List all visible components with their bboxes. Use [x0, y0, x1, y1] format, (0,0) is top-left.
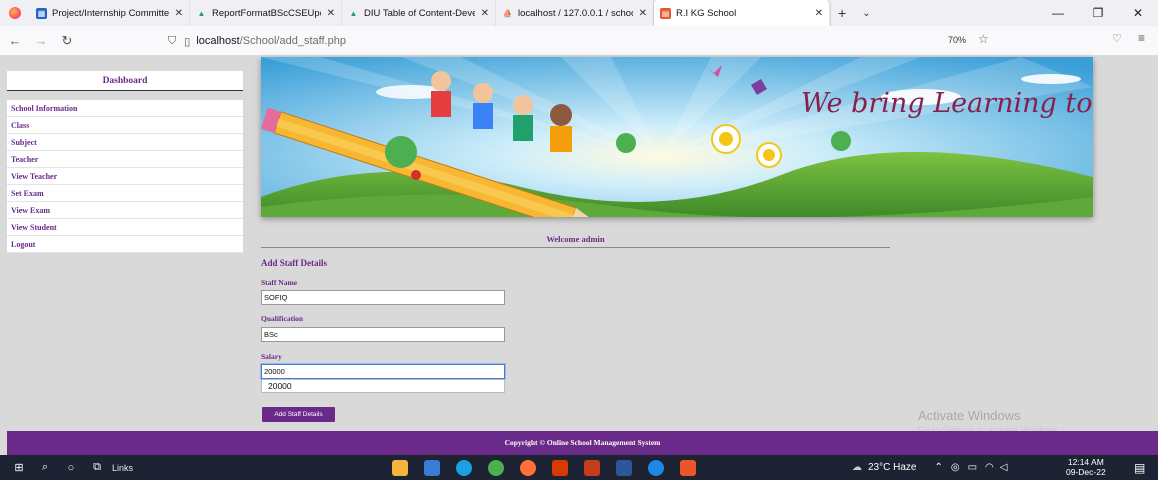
minimize-icon[interactable]: —: [1038, 6, 1078, 20]
sidebar-item-logout[interactable]: Logout: [7, 236, 243, 253]
shield-icon[interactable]: ⛉: [168, 35, 176, 48]
sidebar-item-view-exam[interactable]: View Exam: [7, 202, 243, 219]
page-content: Dashboard School Information Class Subje…: [0, 57, 1158, 455]
system-tray: ☁ 23°C Haze ⌃ ◎ ▭ ◠ ◁: [852, 455, 1007, 480]
tab-project-internship[interactable]: ▦ Project/Internship Committe ✕: [30, 0, 190, 26]
close-icon[interactable]: ✕: [327, 8, 335, 19]
sidebar-item-class[interactable]: Class: [7, 117, 243, 134]
salary-input[interactable]: 20000: [261, 364, 505, 379]
sidebar-item-subject[interactable]: Subject: [7, 134, 243, 151]
zoom-level[interactable]: 70%: [948, 35, 966, 45]
close-icon[interactable]: ✕: [815, 8, 823, 19]
banner-illustration: We bring Learning to Life: [261, 57, 1093, 217]
banner-tagline: We bring Learning to Life: [801, 88, 1093, 119]
sidebar-menu: School Information Class Subject Teacher…: [7, 100, 243, 253]
qualification-label: Qualification: [261, 314, 304, 323]
back-icon[interactable]: ←: [4, 33, 26, 48]
tab-label: DIU Table of Content-Develo: [364, 7, 475, 19]
windows-taskbar: ⊞ ⌕ ○ ⧉ Links ☁ 23°C Haze ⌃ ◎ ▭ ◠ ◁ 12:1…: [0, 455, 1158, 480]
autocomplete-suggestion[interactable]: 20000: [261, 379, 505, 393]
chrome-icon[interactable]: [488, 459, 504, 476]
calendar-icon[interactable]: [424, 459, 440, 476]
page-info-icon[interactable]: ▯: [184, 35, 190, 48]
staff-name-input[interactable]: SOFIQ: [261, 290, 505, 305]
browser-nav-bar: ← → ↻ ⛉ ▯ localhost/School/add_staff.php…: [0, 26, 1158, 56]
sidebar-item-teacher[interactable]: Teacher: [7, 151, 243, 168]
new-tab-icon[interactable]: +: [830, 5, 854, 21]
sidebar-item-view-teacher[interactable]: View Teacher: [7, 168, 243, 185]
task-view-icon[interactable]: ⧉: [84, 455, 110, 480]
tab-label: Project/Internship Committe: [52, 7, 169, 19]
page-icon: ▤: [660, 7, 671, 19]
window-controls: — ❐ ✕: [1038, 0, 1158, 26]
tray-chevron-icon[interactable]: ⌃: [934, 462, 942, 473]
taskbar-clock[interactable]: 12:14 AM 09-Dec-22: [1066, 457, 1106, 477]
links-toolbar[interactable]: Links: [112, 463, 133, 473]
browser-badge-icon[interactable]: [648, 459, 664, 476]
tab-diu-table[interactable]: ▲ DIU Table of Content-Develo ✕: [342, 0, 496, 26]
chevron-down-icon[interactable]: ⌄: [854, 8, 878, 19]
tab-label: localhost / 127.0.0.1 / school: [518, 7, 633, 19]
add-staff-details-button[interactable]: Add Staff Details: [262, 407, 335, 422]
sidebar: Dashboard School Information Class Subje…: [7, 71, 243, 253]
reload-icon[interactable]: ↻: [56, 33, 78, 49]
tab-rikg-school[interactable]: ▤ R.I KG School ✕: [654, 0, 830, 26]
file-explorer-icon[interactable]: [392, 459, 408, 476]
window-close-icon[interactable]: ✕: [1118, 6, 1158, 20]
drive-icon: ▲: [349, 8, 358, 18]
windows-start-icon[interactable]: ⊞: [6, 455, 32, 480]
office-icon[interactable]: [552, 459, 568, 476]
powerpoint-icon[interactable]: [584, 459, 600, 476]
taskbar-apps: [384, 455, 704, 480]
banner-image: We bring Learning to Life: [261, 57, 1093, 217]
close-icon[interactable]: ✕: [481, 8, 489, 19]
salary-label: Salary: [261, 352, 282, 361]
volume-icon[interactable]: ◁: [1000, 462, 1008, 473]
sidebar-title: Dashboard: [7, 71, 243, 91]
tab-report-format[interactable]: ▲ ReportFormatBScCSEUpdate ✕: [190, 0, 342, 26]
restore-icon[interactable]: ❐: [1078, 6, 1118, 20]
activate-windows-title: Activate Windows: [918, 408, 1021, 423]
qualification-input[interactable]: BSc: [261, 327, 505, 342]
sidebar-item-view-student[interactable]: View Student: [7, 219, 243, 236]
firefox-menu-icon[interactable]: [0, 0, 30, 26]
staff-name-label: Staff Name: [261, 278, 298, 287]
cortana-icon[interactable]: ○: [58, 455, 84, 480]
pocket-icon[interactable]: ♡: [1112, 32, 1122, 45]
form-title: Add Staff Details: [261, 258, 328, 268]
forward-icon[interactable]: →: [30, 33, 52, 48]
clock-date: 09-Dec-22: [1066, 467, 1106, 477]
weather-text[interactable]: 23°C Haze: [868, 462, 916, 473]
browser-tab-bar: ▦ Project/Internship Committe ✕ ▲ Report…: [0, 0, 1158, 26]
weather-icon: ☁: [852, 462, 862, 473]
battery-icon[interactable]: ▭: [968, 462, 977, 473]
bookmark-star-icon[interactable]: ☆: [978, 32, 989, 46]
hamburger-menu-icon[interactable]: ≡: [1138, 31, 1145, 45]
close-icon[interactable]: ✕: [175, 8, 183, 19]
edge-icon[interactable]: [456, 459, 472, 476]
network-icon[interactable]: ◎: [951, 462, 960, 473]
tab-label: R.I KG School: [676, 7, 737, 19]
clock-time: 12:14 AM: [1067, 457, 1104, 467]
firefox-icon[interactable]: [520, 459, 536, 476]
drive-icon: ▲: [197, 8, 206, 18]
xampp-icon[interactable]: [680, 459, 696, 476]
notification-icon[interactable]: ▤: [1134, 461, 1145, 475]
search-icon[interactable]: ⌕: [32, 455, 58, 480]
wifi-icon[interactable]: ◠: [985, 462, 994, 473]
doc-icon: ▦: [36, 7, 47, 19]
page-footer: Copyright © Online School Management Sys…: [7, 431, 1158, 455]
phpmyadmin-icon: ⛵: [502, 8, 513, 18]
sidebar-item-school-information[interactable]: School Information: [7, 100, 243, 117]
word-icon[interactable]: [616, 459, 632, 476]
welcome-text: Welcome admin: [261, 234, 890, 248]
url-path: /School/add_staff.php: [239, 35, 346, 47]
sidebar-item-set-exam[interactable]: Set Exam: [7, 185, 243, 202]
url-bar[interactable]: ⛉ ▯ localhost/School/add_staff.php: [168, 30, 1014, 52]
url-host: localhost: [196, 35, 240, 47]
tab-phpmyadmin[interactable]: ⛵ localhost / 127.0.0.1 / school ✕: [496, 0, 654, 26]
tab-label: ReportFormatBScCSEUpdate: [212, 7, 321, 19]
close-icon[interactable]: ✕: [639, 8, 647, 19]
